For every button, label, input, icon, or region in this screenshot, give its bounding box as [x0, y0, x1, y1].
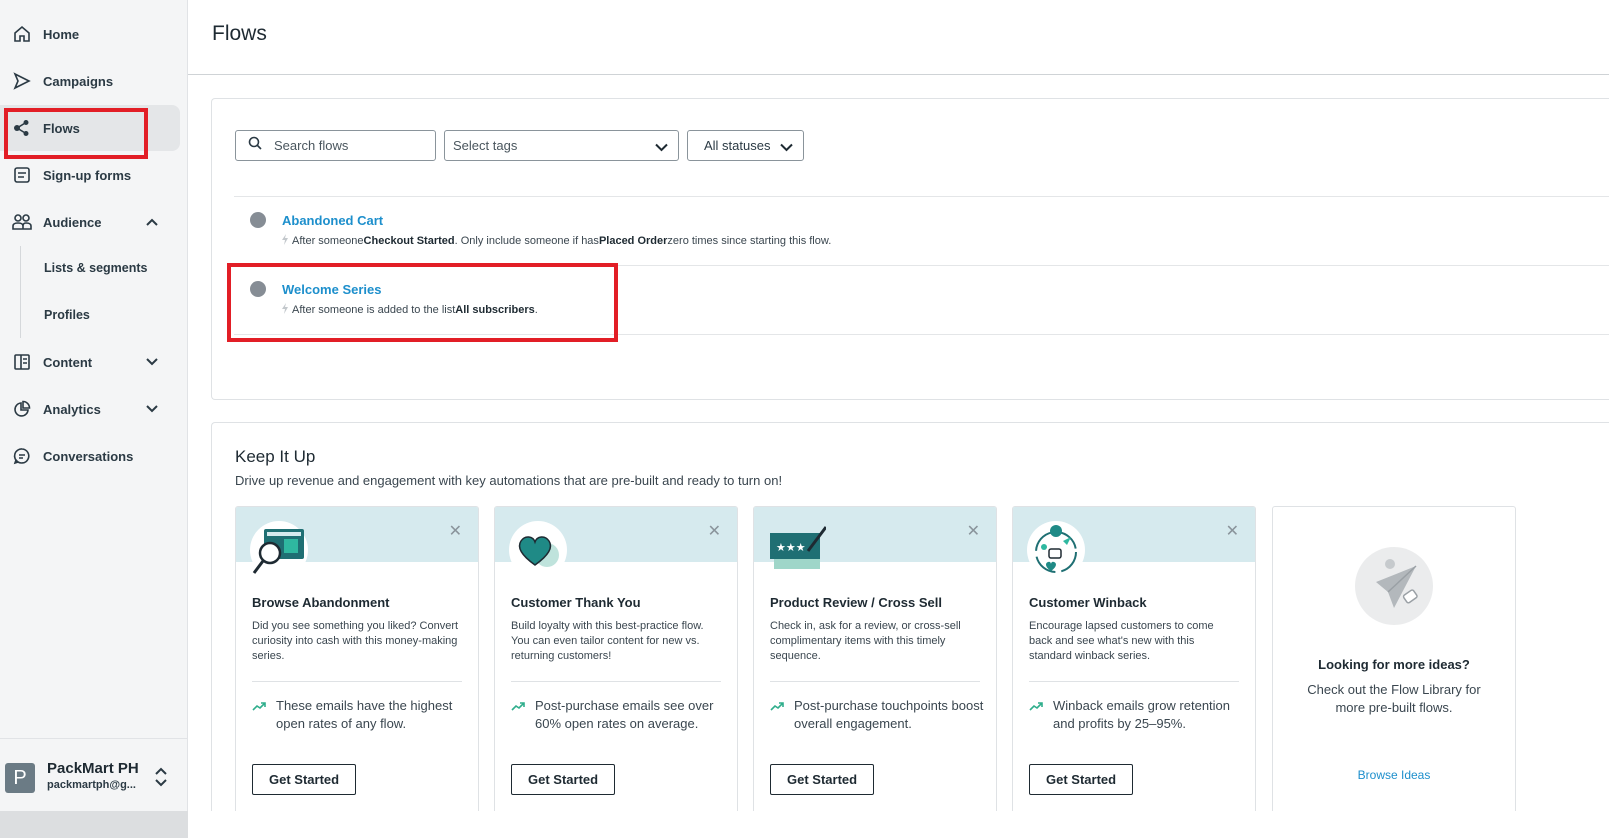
home-icon [12, 24, 32, 44]
browse-magnifier-icon [250, 521, 308, 579]
sidebar-item-audience[interactable]: Audience [0, 199, 180, 245]
more-ideas-title: Looking for more ideas? [1318, 657, 1470, 672]
send-icon [12, 71, 32, 91]
highlight-box-welcome-series [227, 263, 618, 342]
window-bottom-edge [0, 811, 1609, 838]
card-title: Customer Winback [1029, 595, 1147, 610]
sidebar-item-label: Sign-up forms [43, 167, 132, 183]
chevron-down-icon [146, 354, 158, 369]
flow-template-card: ★★★ ✕ Product Review / Cross Sell Check … [753, 506, 997, 826]
page-title: Flows [212, 22, 267, 45]
analytics-icon [12, 399, 32, 419]
section-title: Keep It Up [235, 447, 316, 466]
review-stars-icon: ★★★ [768, 521, 826, 579]
tags-select[interactable]: Select tags [444, 130, 679, 161]
sidebar-subitem-profiles[interactable]: Profiles [44, 308, 90, 322]
card-title: Browse Abandonment [252, 595, 390, 610]
card-stat: Post-purchase touchpoints boost overall … [770, 697, 984, 732]
content-icon [12, 352, 32, 372]
card-description: Did you see something you liked? Convert… [252, 620, 459, 662]
divider [511, 681, 721, 682]
divider [188, 74, 1609, 75]
account-email: packmartph@g... [47, 779, 136, 791]
subnav-guide-line [20, 246, 21, 338]
sidebar-item-label: Analytics [43, 401, 101, 417]
card-description: Encourage lapsed customers to come back … [1029, 620, 1214, 662]
chevron-up-icon [146, 214, 158, 229]
close-icon[interactable]: ✕ [449, 521, 462, 541]
sidebar-item-conversations[interactable]: Conversations [0, 433, 180, 479]
account-name: PackMart PH [47, 760, 139, 777]
card-stat: Winback emails grow retention and profit… [1029, 697, 1243, 732]
sidebar-item-analytics[interactable]: Analytics [0, 386, 180, 432]
search-input[interactable] [274, 138, 424, 153]
sidebar-item-label: Content [43, 354, 93, 370]
expand-collapse-icon[interactable] [154, 767, 168, 792]
flow-link-abandoned-cart[interactable]: Abandoned Cart [282, 213, 383, 228]
sidebar-item-label: Campaigns [43, 73, 114, 89]
heart-icon [509, 521, 567, 579]
divider [234, 196, 1609, 197]
get-started-button[interactable]: Get Started [252, 764, 357, 795]
sidebar-item-content[interactable]: Content [0, 339, 180, 385]
status-select[interactable]: All statuses [687, 130, 804, 161]
trend-up-icon [511, 699, 525, 717]
sidebar-subitem-lists-segments[interactable]: Lists & segments [44, 261, 148, 275]
sidebar-item-label: Conversations [43, 448, 134, 464]
winback-cycle-icon [1027, 521, 1085, 579]
get-started-button[interactable]: Get Started [770, 764, 875, 795]
flow-template-card: ✕ Customer Winback Encourage lapsed cust… [1012, 506, 1256, 826]
divider [1029, 681, 1239, 682]
chevron-down-icon [780, 140, 793, 155]
divider [770, 681, 980, 682]
trend-up-icon [770, 699, 784, 717]
audience-icon [12, 212, 32, 232]
flow-template-card: ✕ Browse Abandonment Did you see somethi… [235, 506, 479, 826]
section-subtitle: Drive up revenue and engagement with key… [235, 473, 783, 488]
close-icon[interactable]: ✕ [967, 521, 980, 541]
more-ideas-card: Looking for more ideas? Check out the Fl… [1272, 506, 1516, 826]
sidebar-item-campaigns[interactable]: Campaigns [0, 58, 180, 104]
sidebar-item-label: Audience [43, 214, 102, 230]
card-stat: Post-purchase emails see over 60% open r… [511, 697, 725, 732]
close-icon[interactable]: ✕ [1226, 521, 1239, 541]
flow-status-indicator [250, 212, 266, 228]
sidebar-item-home[interactable]: Home [0, 11, 180, 57]
form-icon [12, 165, 32, 185]
trend-up-icon [1029, 699, 1043, 717]
avatar: P [5, 763, 35, 793]
more-ideas-description: Check out the Flow Library for more pre-… [1307, 682, 1481, 715]
chat-icon [12, 446, 32, 466]
chevron-down-icon [655, 140, 668, 155]
search-flows-field[interactable] [235, 130, 436, 161]
trigger-bolt-icon [282, 234, 288, 248]
divider [252, 681, 462, 682]
get-started-button[interactable]: Get Started [511, 764, 616, 795]
search-icon [248, 136, 262, 155]
card-stat: These emails have the highest open rates… [252, 697, 466, 732]
svg-text:★★★: ★★★ [776, 541, 806, 554]
trend-up-icon [252, 699, 266, 717]
flow-template-card: ✕ Customer Thank You Build loyalty with … [494, 506, 738, 826]
chevron-down-icon [146, 401, 158, 416]
sidebar-item-label: Home [43, 26, 80, 42]
status-select-value: All statuses [704, 138, 771, 153]
flow-trigger-description: After someone Checkout Started. Only inc… [282, 234, 831, 248]
get-started-button[interactable]: Get Started [1029, 764, 1134, 795]
card-title: Product Review / Cross Sell [770, 595, 942, 610]
close-icon[interactable]: ✕ [708, 521, 721, 541]
card-description: Build loyalty with this best-practice fl… [511, 620, 704, 662]
tags-select-placeholder: Select tags [453, 138, 518, 153]
card-title: Customer Thank You [511, 595, 641, 610]
highlight-box-flows [4, 108, 148, 159]
paper-plane-icon [1355, 547, 1433, 625]
browse-ideas-link[interactable]: Browse Ideas [1273, 768, 1515, 782]
card-description: Check in, ask for a review, or cross-sel… [770, 620, 961, 662]
